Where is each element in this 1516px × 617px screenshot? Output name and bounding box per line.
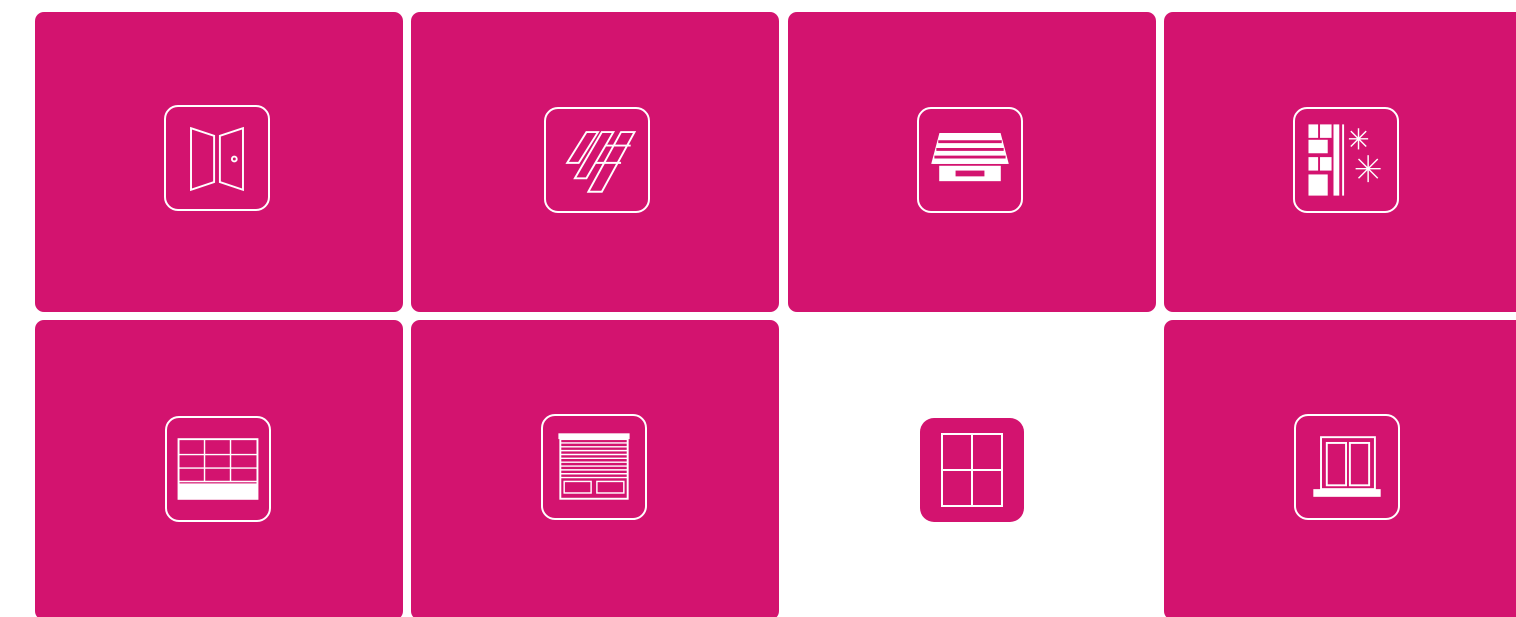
tile-insulation[interactable] <box>1164 12 1516 312</box>
awning-icon <box>917 107 1023 213</box>
garage-door-icon <box>165 416 271 522</box>
flooring-icon <box>544 107 650 213</box>
double-window-icon <box>1294 414 1400 520</box>
doors-icon <box>164 105 270 211</box>
tile-garage-door[interactable] <box>35 320 403 617</box>
roller-shutter-icon <box>541 414 647 520</box>
category-grid <box>0 0 1516 617</box>
insulation-icon <box>1293 107 1399 213</box>
tile-double-window[interactable] <box>1164 320 1516 617</box>
tile-window[interactable] <box>788 320 1156 617</box>
window-icon <box>920 418 1024 522</box>
tile-roller-shutter[interactable] <box>411 320 779 617</box>
tile-doors[interactable] <box>35 12 403 312</box>
tile-flooring[interactable] <box>411 12 779 312</box>
tile-awning[interactable] <box>788 12 1156 312</box>
